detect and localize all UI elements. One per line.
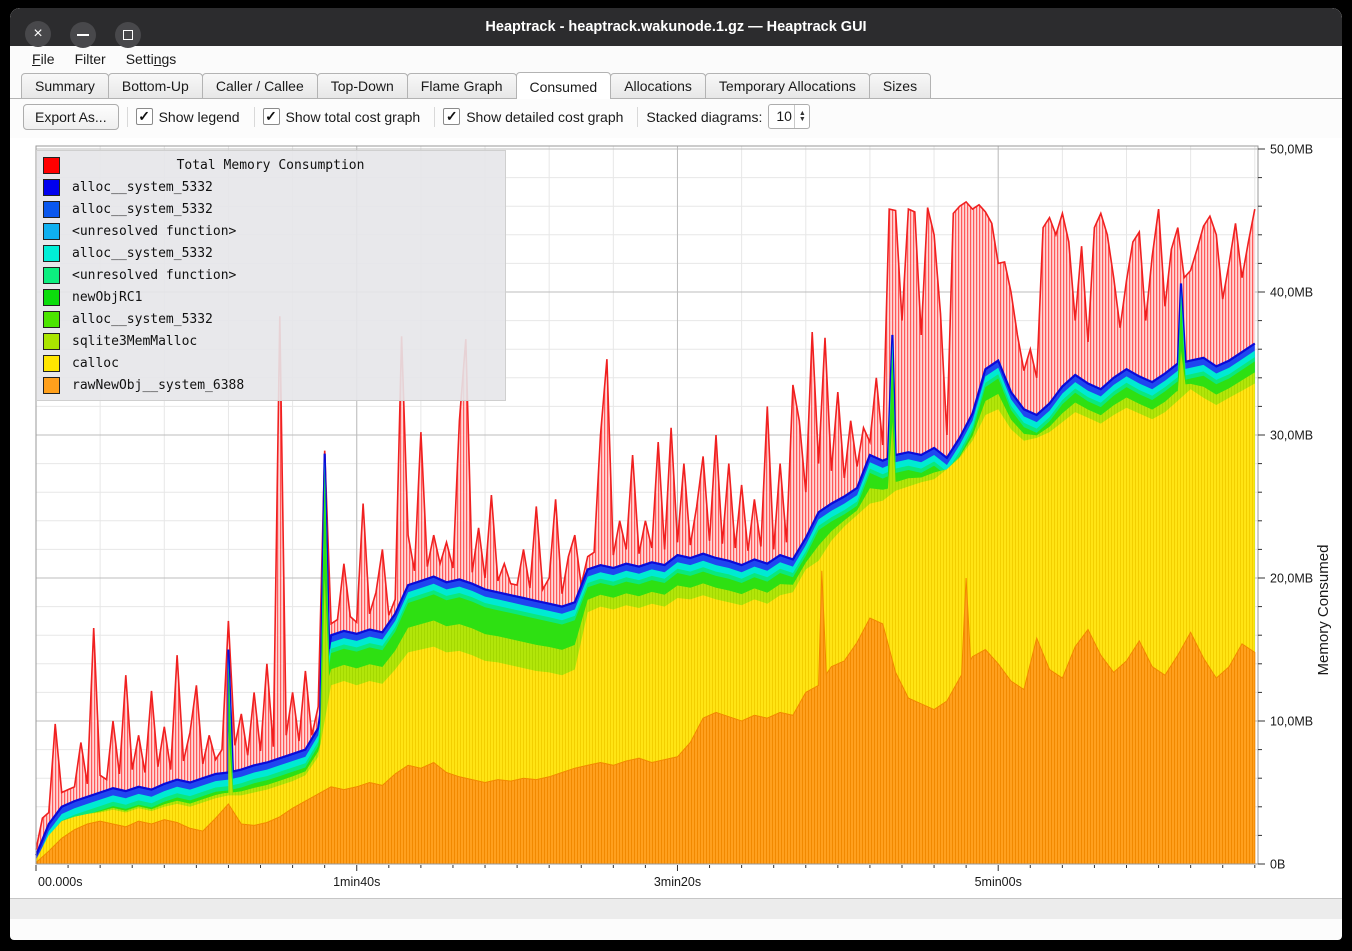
checkbox-label: Show detailed cost graph (466, 109, 623, 125)
legend-swatch (43, 355, 60, 372)
legend-item: <unresolved function> (43, 264, 499, 286)
tab-allocations[interactable]: Allocations (610, 73, 706, 98)
y-tick-label: 20,0MB (1270, 572, 1313, 586)
legend-item: alloc__system_5332 (43, 242, 499, 264)
legend-label: <unresolved function> (72, 268, 236, 283)
toolbar-separator (254, 107, 255, 127)
y-tick-label: 40,0MB (1270, 286, 1313, 300)
checkbox-show-legend[interactable]: ✓ Show legend (136, 108, 240, 125)
toolbar: Export As... ✓ Show legend ✓ Show total cos… (10, 99, 1342, 134)
x-tick-label: 00.000s (38, 875, 82, 889)
stacked-diagrams-spinbox[interactable]: 10 ▲ ▼ (768, 104, 810, 129)
legend-swatch (43, 267, 60, 284)
legend-swatch (43, 311, 60, 328)
menu-bar: FileFilterSettings (10, 46, 1342, 72)
y-axis-label: Memory Consumed (1315, 545, 1332, 676)
legend-swatch (43, 179, 60, 196)
tab-temporary-allocations[interactable]: Temporary Allocations (705, 73, 870, 98)
legend-swatch (43, 245, 60, 262)
x-tick-label: 3min20s (654, 875, 701, 889)
export-as-button[interactable]: Export As... (23, 104, 119, 130)
legend-item: rawNewObj__system_6388 (43, 374, 499, 396)
legend-swatch (43, 223, 60, 240)
title-bar: × Heaptrack - heaptrack.wakunode.1.gz — … (10, 8, 1342, 46)
legend-label: alloc__system_5332 (72, 246, 213, 261)
legend-label: alloc__system_5332 (72, 312, 213, 327)
checkbox-box[interactable]: ✓ (263, 108, 280, 125)
tab-flame-graph[interactable]: Flame Graph (407, 73, 517, 98)
toolbar-separator (127, 107, 128, 127)
menu-filter[interactable]: Filter (65, 49, 116, 69)
y-tick-label: 50,0MB (1270, 143, 1313, 157)
x-tick-label: 1min40s (333, 875, 380, 889)
legend-item: alloc__system_5332 (43, 198, 499, 220)
legend-title-row: Total Memory Consumption (43, 154, 499, 176)
legend-label: alloc__system_5332 (72, 180, 213, 195)
y-tick-label: 30,0MB (1270, 429, 1313, 443)
menu-file[interactable]: File (22, 49, 65, 69)
stacked-diagrams-label: Stacked diagrams: (646, 109, 762, 125)
chart-legend: Total Memory Consumption alloc__system_53… (36, 150, 506, 401)
legend-item: newObjRC1 (43, 286, 499, 308)
checkbox-label: Show legend (159, 109, 240, 125)
checkbox-show-detailed-cost-graph[interactable]: ✓ Show detailed cost graph (443, 108, 623, 125)
checkbox-box[interactable]: ✓ (443, 108, 460, 125)
legend-item: sqlite3MemMalloc (43, 330, 499, 352)
spin-down-icon[interactable]: ▼ (799, 117, 806, 123)
legend-label: alloc__system_5332 (72, 202, 213, 217)
legend-swatch (43, 333, 60, 350)
legend-item: calloc (43, 352, 499, 374)
toolbar-separator (637, 107, 638, 127)
legend-item: <unresolved function> (43, 220, 499, 242)
legend-label: rawNewObj__system_6388 (72, 378, 244, 393)
tab-sizes[interactable]: Sizes (869, 73, 931, 98)
tab-bar: SummaryBottom-UpCaller / CalleeTop-DownF… (10, 72, 1342, 99)
legend-title: Total Memory Consumption (72, 158, 499, 173)
consumed-chart: 00.000s 1min40s 3min20s 5min00s 0B 10,0MB 20,0… (10, 138, 1342, 919)
tab-summary[interactable]: Summary (21, 73, 109, 98)
checkbox-label: Show total cost graph (286, 109, 421, 125)
x-tick-label: 5min00s (975, 875, 1022, 889)
window-title: Heaptrack - heaptrack.wakunode.1.gz — He… (10, 8, 1342, 46)
y-tick-label: 10,0MB (1270, 715, 1313, 729)
menu-settings[interactable]: Settings (116, 49, 187, 69)
legend-swatch (43, 377, 60, 394)
tab-top-down[interactable]: Top-Down (317, 73, 408, 98)
stacked-diagrams-value: 10 (769, 105, 794, 128)
legend-item: alloc__system_5332 (43, 176, 499, 198)
app-window: × Heaptrack - heaptrack.wakunode.1.gz — … (10, 8, 1342, 940)
checkbox-box[interactable]: ✓ (136, 108, 153, 125)
tab-consumed[interactable]: Consumed (516, 72, 612, 99)
legend-label: sqlite3MemMalloc (72, 334, 197, 349)
status-bar (10, 898, 1342, 919)
toolbar-separator (434, 107, 435, 127)
legend-swatch (43, 201, 60, 218)
spinbox-arrows[interactable]: ▲ ▼ (794, 105, 809, 128)
legend-swatch-total (43, 157, 60, 174)
legend-label: <unresolved function> (72, 224, 236, 239)
tab-caller-callee[interactable]: Caller / Callee (202, 73, 318, 98)
legend-swatch (43, 289, 60, 306)
legend-item: alloc__system_5332 (43, 308, 499, 330)
legend-label: newObjRC1 (72, 290, 142, 305)
y-tick-label: 0B (1270, 858, 1285, 872)
legend-label: calloc (72, 356, 119, 371)
checkbox-show-total-cost-graph[interactable]: ✓ Show total cost graph (263, 108, 421, 125)
tab-bottom-up[interactable]: Bottom-Up (108, 73, 203, 98)
